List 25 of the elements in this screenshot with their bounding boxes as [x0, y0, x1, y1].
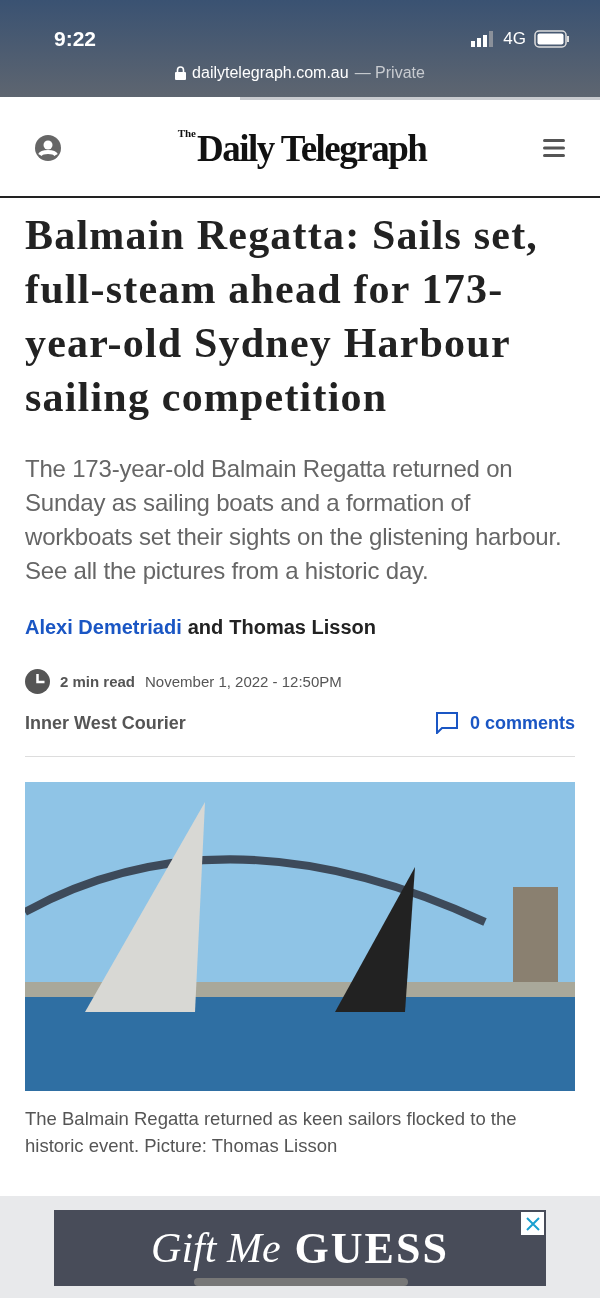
battery-icon [534, 30, 570, 48]
status-time: 9:22 [54, 27, 97, 51]
private-label: — Private [354, 64, 425, 82]
signal-icon [471, 31, 496, 47]
author-name: Thomas Lisson [229, 616, 376, 639]
advertisement-banner[interactable]: Gift Me GUESS [54, 1210, 546, 1286]
network-label: 4G [503, 29, 526, 49]
comments-link[interactable]: 0 comments [435, 712, 575, 734]
ad-tagline: Gift Me [151, 1224, 281, 1272]
article-headline: Balmain Regatta: Sails set, full-steam ahead for 173-year-old Sydney Harbour sailing competition [25, 211, 540, 422]
close-button[interactable] [521, 1212, 544, 1235]
author-link[interactable]: Alexi Demetriadi [25, 616, 182, 639]
comment-icon [435, 712, 458, 734]
byline-joiner: and [187, 616, 224, 639]
source-name: Inner West Courier [25, 712, 186, 734]
photo-caption: The Balmain Regatta returned as keen sailors flocked to the historic event. Picture: Thomas Lisson [25, 1107, 518, 1158]
account-icon[interactable] [35, 135, 61, 161]
url-text[interactable]: dailytelegraph.com.au [192, 64, 349, 82]
clock-icon [25, 669, 50, 694]
article-summary: The 173-year-old Balmain Regatta returned on Sunday as sailing boats and a formation of workboats set their sights on the glistening harbour. See all the pictures from a historic day. [25, 454, 563, 586]
ad-brand: GUESS [294, 1222, 449, 1274]
publish-date: November 1, 2022 - 12:50PM [145, 673, 342, 690]
lock-icon [175, 66, 187, 80]
read-time: 2 min read [60, 673, 136, 690]
menu-icon[interactable] [543, 138, 565, 158]
